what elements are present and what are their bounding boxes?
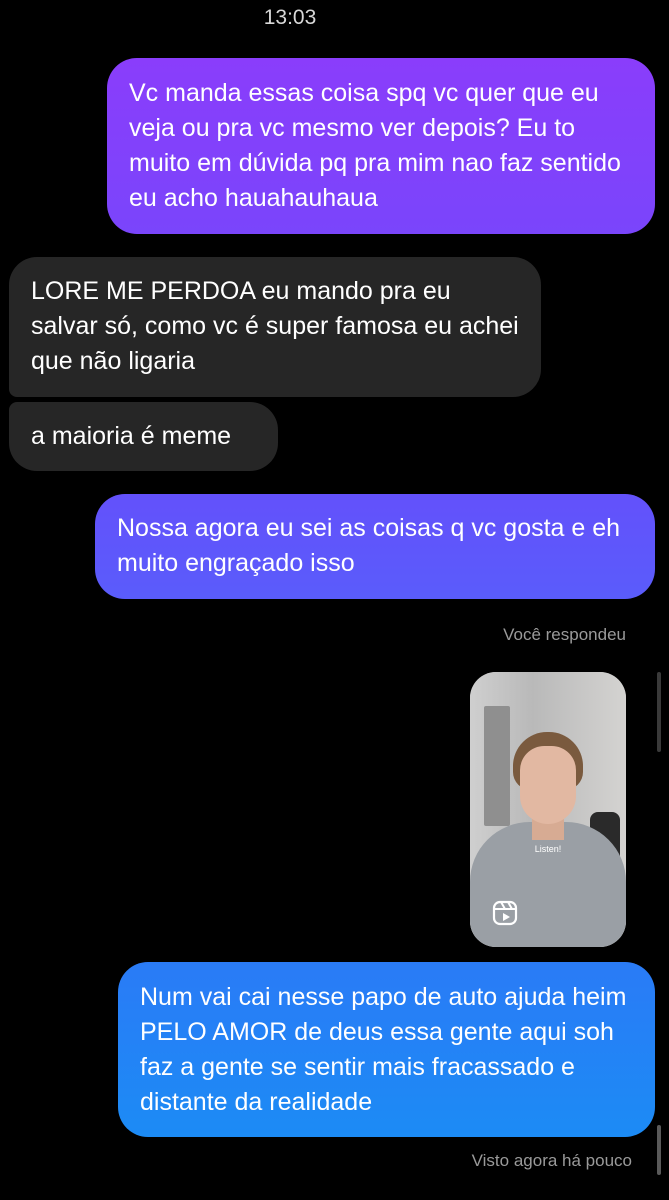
reel-thumbnail[interactable]: Listen! [470,672,626,947]
reels-icon [492,900,518,926]
message-bubble-incoming[interactable]: LORE ME PERDOA eu mando pra eu salvar só… [9,257,541,397]
status-time: 13:03 [263,6,317,29]
reply-label: Você respondeu [503,625,626,644]
message-bubble-outgoing[interactable]: Vc manda essas coisa spq vc quer que eu … [107,58,655,234]
reel-person-face [520,746,576,824]
scrollbar-thumb[interactable] [657,1125,661,1175]
message-bubble-outgoing[interactable]: Nossa agora eu sei as coisas q vc gosta … [95,494,655,599]
message-bubble-outgoing[interactable]: Num vai cai nesse papo de auto ajuda hei… [118,962,655,1137]
reel-window [484,706,510,826]
seen-status: Visto agora há pouco [471,1151,632,1170]
reel-caption: Listen! [534,844,562,854]
reel-person-body [470,822,626,947]
scrollbar-track[interactable] [657,672,661,752]
message-bubble-incoming[interactable]: a maioria é meme [9,402,278,471]
